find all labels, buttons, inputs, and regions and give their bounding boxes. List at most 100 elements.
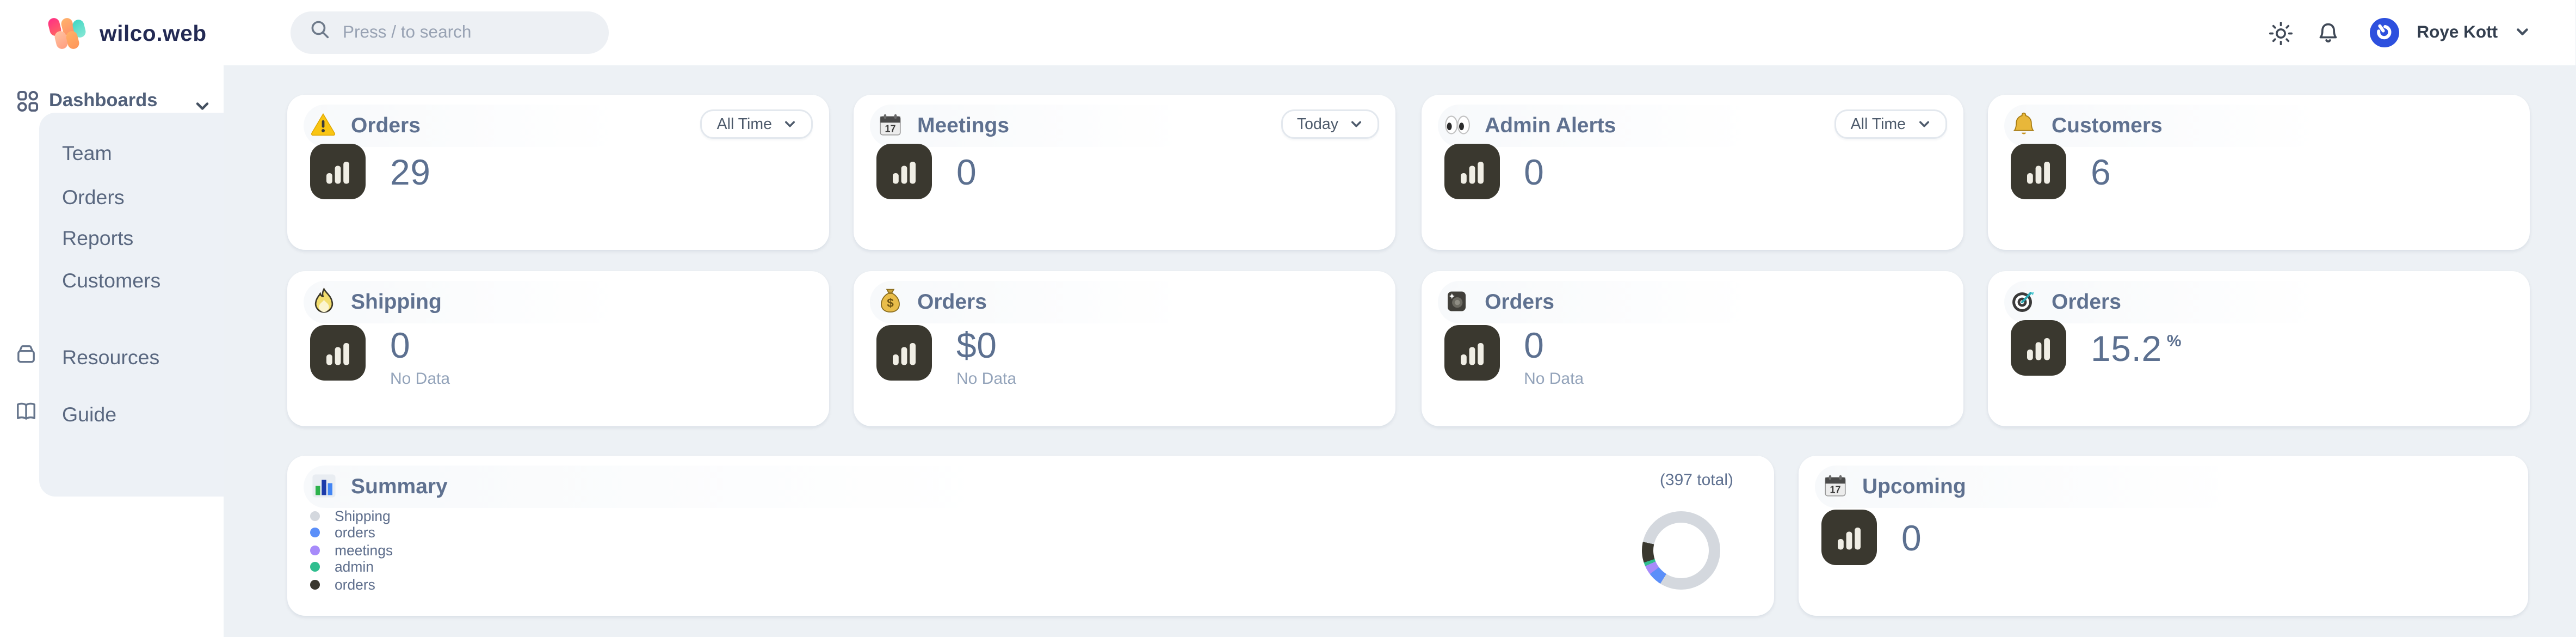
legend-label: orders xyxy=(335,524,375,541)
chevron-down-icon xyxy=(1917,118,1930,131)
sidebar-item-team[interactable]: Team xyxy=(62,142,112,165)
card-customers: Customers 6 xyxy=(1988,95,2530,250)
stat-value: 0 xyxy=(390,325,450,366)
svg-text:$: $ xyxy=(886,296,893,310)
bar-chart-icon xyxy=(1444,325,1499,381)
legend-dot xyxy=(310,511,320,520)
archive-icon xyxy=(15,343,38,366)
summary-legend: Shipping orders meetings admin orders xyxy=(310,510,393,590)
user-name[interactable]: Roye Kott xyxy=(2417,23,2498,42)
dashboards-grid-icon xyxy=(16,90,39,121)
sidebar-item-customers[interactable]: Customers xyxy=(62,270,160,292)
card-title: Upcoming xyxy=(1862,473,1966,498)
legend-dot xyxy=(310,528,320,537)
card-orders-revenue: $ Orders $0 No Data xyxy=(854,271,1395,426)
stat-value: 0 xyxy=(1524,151,1544,192)
legend-dot xyxy=(310,580,320,590)
notifications-bell-icon[interactable] xyxy=(2314,18,2343,47)
legend-label: admin xyxy=(335,559,374,575)
time-filter-dropdown[interactable]: All Time xyxy=(1834,109,1947,139)
card-title: Orders xyxy=(917,289,987,313)
app: wilco.web Press / to search xyxy=(0,0,2576,637)
topbar: wilco.web Press / to search xyxy=(0,0,2576,65)
search-icon xyxy=(310,18,330,47)
legend-dot xyxy=(310,545,320,555)
legend-label: meetings xyxy=(335,542,393,558)
bar-chart-icon xyxy=(2011,144,2066,199)
search-placeholder: Press / to search xyxy=(343,23,471,42)
sidebar: Dashboards Team Orders Reports Customers… xyxy=(0,65,224,637)
card-orders-count: Orders All Time 29 xyxy=(287,95,829,250)
card-title: Shipping xyxy=(351,289,442,313)
bar-chart-icon xyxy=(310,144,366,199)
legend-item: admin xyxy=(310,561,393,573)
card-admin-alerts: Admin Alerts All Time 0 xyxy=(1421,95,1963,250)
sidebar-item-reports[interactable]: Reports xyxy=(62,227,133,250)
book-icon xyxy=(15,400,38,423)
calendar-icon: 17 xyxy=(1821,472,1848,498)
card-title: Meetings xyxy=(917,112,1009,137)
legend-label: orders xyxy=(335,577,375,593)
money-bag-icon: $ xyxy=(876,287,903,314)
time-filter-dropdown[interactable]: Today xyxy=(1281,109,1379,139)
stat-value: 0 xyxy=(1524,325,1584,366)
sidebar-item-orders[interactable]: Orders xyxy=(62,186,125,209)
card-orders-photos: Orders 0 No Data xyxy=(1421,271,1963,426)
calendar-icon: 17 xyxy=(876,111,903,137)
bar-chart-icon xyxy=(876,144,932,199)
filter-label: All Time xyxy=(1851,115,1906,133)
card-orders-rate: Orders 15.2% xyxy=(1988,271,2530,426)
stat-value: 6 xyxy=(2091,151,2111,192)
svg-text:17: 17 xyxy=(884,122,895,133)
topbar-actions: Roye Kott xyxy=(2266,0,2530,65)
percent-suffix: % xyxy=(2167,333,2182,351)
bar-chart-colored-icon xyxy=(310,472,336,498)
stat-value: 15.2 xyxy=(2091,328,2162,369)
legend-item: orders xyxy=(310,579,393,590)
theme-toggle-button[interactable] xyxy=(2266,18,2296,47)
sidebar-section-dashboards[interactable]: Dashboards xyxy=(0,88,224,114)
eyes-icon xyxy=(1444,111,1470,137)
card-title: Summary xyxy=(351,473,448,498)
time-filter-dropdown[interactable]: All Time xyxy=(701,109,813,139)
summary-donut-chart xyxy=(1642,511,1720,590)
stat-value: $0 xyxy=(956,325,1016,366)
section-chevron-down-icon[interactable] xyxy=(194,93,211,122)
sidebar-section-label: Dashboards xyxy=(49,91,157,111)
brand-logo[interactable]: wilco.web xyxy=(49,0,207,65)
card-title: Orders xyxy=(351,112,421,137)
card-summary: Summary (397 total) Shipping orders meet… xyxy=(287,456,1774,616)
search-input[interactable]: Press / to search xyxy=(291,11,609,54)
bar-chart-icon xyxy=(310,325,366,381)
chevron-down-icon xyxy=(783,118,796,131)
svg-text:17: 17 xyxy=(1829,483,1840,494)
stat-value: 0 xyxy=(1901,517,1922,558)
legend-label: Shipping xyxy=(335,507,391,524)
legend-item: orders xyxy=(310,527,393,538)
legend-item: meetings xyxy=(310,544,393,556)
card-title: Customers xyxy=(2052,112,2163,137)
bar-chart-icon xyxy=(1444,144,1499,199)
sidebar-group-panel xyxy=(39,113,224,497)
chevron-down-icon xyxy=(1350,118,1363,131)
user-avatar[interactable] xyxy=(2369,18,2399,47)
target-icon xyxy=(2011,287,2037,314)
card-shipping: Shipping 0 No Data xyxy=(287,271,829,426)
bell-gold-icon xyxy=(2011,111,2037,137)
card-meetings: 17 Meetings Today 0 xyxy=(854,95,1395,250)
card-title: Orders xyxy=(2052,289,2121,313)
brand-name: wilco.web xyxy=(100,21,207,45)
filter-label: All Time xyxy=(717,115,772,133)
legend-dot xyxy=(310,562,320,572)
stat-value: 29 xyxy=(390,151,431,192)
legend-item: Shipping xyxy=(310,510,393,521)
camera-icon xyxy=(1444,287,1470,314)
bar-chart-icon xyxy=(1821,510,1877,565)
brand-logo-icon xyxy=(49,17,85,48)
filter-label: Today xyxy=(1297,115,1338,133)
sidebar-link-guide[interactable]: Guide xyxy=(62,403,116,426)
user-menu-chevron-icon[interactable] xyxy=(2516,18,2530,47)
no-data-label: No Data xyxy=(1524,371,1584,389)
sidebar-link-resources[interactable]: Resources xyxy=(62,346,159,369)
summary-total: (397 total) xyxy=(1660,472,1733,490)
